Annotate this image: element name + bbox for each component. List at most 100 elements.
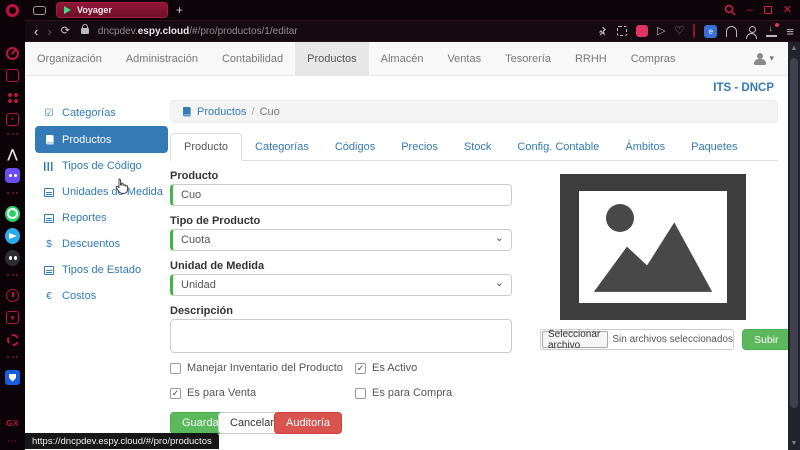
checkbox[interactable]: ✓ [355,363,366,374]
upload-button[interactable]: Subir [742,329,788,350]
sidebar-item-unidades-de-medida[interactable]: Unidades de Medida [35,179,168,205]
gx-corner-icon[interactable] [5,46,20,61]
gx-games-icon[interactable] [5,68,20,83]
nav-item-tesoreria[interactable]: Tesorería [493,42,563,75]
browser-tab-voyager[interactable]: Voyager [56,2,168,18]
workspace-icon[interactable] [33,6,46,15]
checkbox-label: Manejar Inventario del Producto [187,362,343,374]
tipo-de-producto-select[interactable]: Cuota [170,229,512,251]
sidebar-item-categorias[interactable]: ☑ Categorías [35,100,168,126]
nav-item-rrhh[interactable]: RRHH [563,42,619,75]
unidad-de-medida-select[interactable]: Unidad [170,274,512,296]
tipo-de-producto-label: Tipo de Producto [170,215,260,227]
check-es-para-compra[interactable]: ✓ Es para Compra [355,387,452,399]
sidebar-item-label: Productos [62,134,112,146]
shield-badge-icon[interactable] [636,25,648,37]
file-input[interactable]: Seleccionar archivo Sin archivos selecci… [540,329,734,350]
search-icon[interactable] [724,4,736,16]
rail-more-icon[interactable]: ⋯ [5,434,20,449]
lock-icon[interactable] [81,28,89,34]
browser-address-bar: ‹ › ⟳ dncpdev.espy.cloud/#/pro/productos… [25,20,800,42]
detail-tabs: Producto Categorías Códigos Precios Stoc… [170,134,778,161]
page-scrollbar[interactable]: ▲ ▼ [788,42,800,450]
tab-producto[interactable]: Producto [170,133,242,161]
minimize-icon[interactable]: – [747,5,753,16]
send-to-device-icon[interactable]: ▷ [657,26,665,37]
descripcion-label: Descripción [170,305,233,317]
settings-gear-icon[interactable] [5,332,20,347]
descripcion-textarea[interactable] [170,319,512,353]
menu-icon[interactable]: ≡ [786,25,794,38]
producto-input[interactable]: Cuo [170,184,512,206]
bookmark-heart-icon[interactable]: ♡ [675,26,685,37]
url-prefix: dncpdev. [98,26,138,37]
nav-item-productos[interactable]: Productos [295,42,369,75]
sidebar-item-costos[interactable]: € Costos [35,283,168,309]
choose-file-button[interactable]: Seleccionar archivo [542,331,608,348]
download-icon[interactable] [766,26,777,37]
restore-window-icon[interactable] [764,6,772,14]
breadcrumb-root-link[interactable]: Productos [197,106,247,118]
scroll-up-icon[interactable]: ▲ [788,45,800,52]
checkbox[interactable]: ✓ [170,363,181,374]
url-text[interactable]: dncpdev.espy.cloud/#/pro/productos/1/edi… [98,26,298,37]
tab-ambitos[interactable]: Ámbitos [612,134,678,160]
history-clock-icon[interactable] [5,288,20,303]
audit-button[interactable]: Auditoría [274,412,342,434]
twitch-icon[interactable]: ⋀ [5,146,20,161]
discord-icon[interactable] [5,250,20,265]
tab-stock[interactable]: Stock [451,134,505,160]
check-manejar-inventario[interactable]: ✓ Manejar Inventario del Producto [170,362,343,374]
check-icon: ✓ [357,363,365,374]
nav-item-almacen[interactable]: Almacén [369,42,436,75]
easy-setup-icon[interactable]: ▾ [5,310,20,325]
mods-grid-icon[interactable] [5,90,20,105]
scroll-down-icon[interactable]: ▼ [788,440,800,447]
unidad-de-medida-label: Unidad de Medida [170,260,264,272]
new-tab-button[interactable]: + [176,3,183,17]
ghost-extension-icon[interactable] [726,26,737,37]
back-icon[interactable]: ‹ [34,25,38,38]
nav-item-compras[interactable]: Compras [619,42,688,75]
forward-icon[interactable]: › [47,25,51,38]
nav-item-administracion[interactable]: Administración [114,42,210,75]
checkbox[interactable]: ✓ [355,388,366,399]
sidebar-item-productos[interactable]: Productos [35,126,168,153]
check-es-para-venta[interactable]: ✓ Es para Venta [170,387,256,399]
pin-icon[interactable] [597,26,608,37]
bitwarden-shield-icon[interactable] [5,370,20,385]
tab-paquetes[interactable]: Paquetes [678,134,750,160]
reload-icon[interactable]: ⟳ [61,26,70,37]
tab-codigos[interactable]: Códigos [322,134,388,160]
tab-categorias[interactable]: Categorías [242,134,322,160]
close-icon[interactable]: ✕ [783,5,792,16]
sidebar-item-label: Tipos de Estado [62,264,141,276]
opera-logo-icon[interactable] [5,3,20,18]
sidebar-item-label: Costos [62,290,96,302]
extension-icon[interactable]: e [704,25,717,38]
nav-item-contabilidad[interactable]: Contabilidad [210,42,295,75]
player-icon[interactable] [5,168,20,183]
telegram-icon[interactable] [5,228,20,243]
sidebar-item-tipos-de-estado[interactable]: Tipos de Estado [35,257,168,283]
hot-tabs-icon[interactable]: ▪ [5,112,20,127]
profile-icon[interactable] [746,26,757,37]
tab-precios[interactable]: Precios [388,134,451,160]
sidebar-item-reportes[interactable]: Reportes [35,205,168,231]
sidebar-item-label: Reportes [62,212,107,224]
checkbox-icon: ☑ [43,108,55,119]
check-es-activo[interactable]: ✓ Es Activo [355,362,417,374]
user-menu[interactable]: ▾ [754,42,788,75]
sidebar-item-descuentos[interactable]: $ Descuentos [35,231,168,257]
snapshot-icon[interactable] [617,26,627,36]
tab-config-contable[interactable]: Config. Contable [504,134,612,160]
checkbox[interactable]: ✓ [170,388,181,399]
scrollbar-thumb[interactable] [790,58,798,408]
window-controls: – ✕ [724,4,800,16]
nav-item-ventas[interactable]: Ventas [435,42,493,75]
sidebar-item-tipos-de-codigo[interactable]: Tipos de Código [35,153,168,179]
whatsapp-icon[interactable] [5,206,20,221]
nav-item-organizacion[interactable]: Organización [25,42,114,75]
list-icon [43,188,55,197]
rail-divider [7,192,18,194]
